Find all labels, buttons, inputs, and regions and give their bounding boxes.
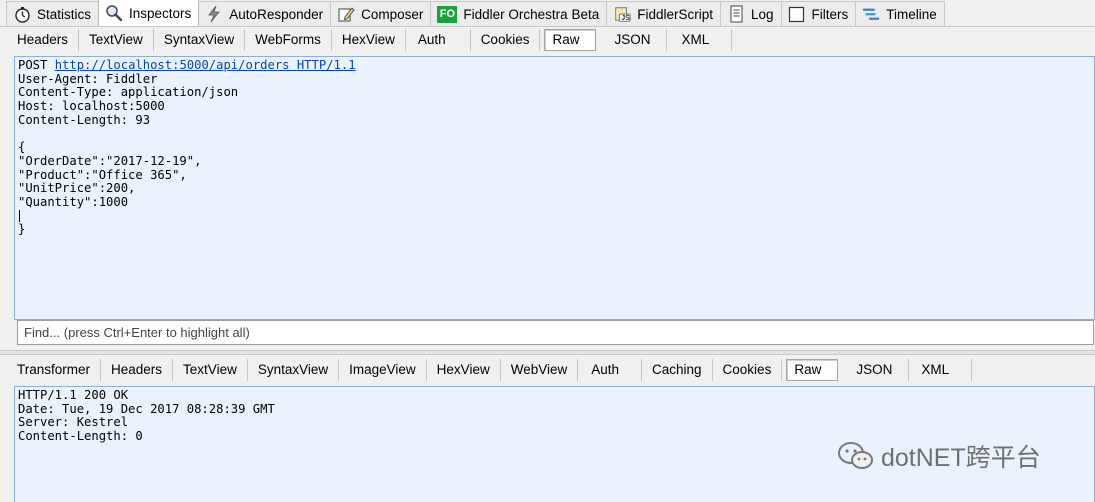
lightning-icon xyxy=(205,5,223,23)
stopwatch-icon xyxy=(13,5,31,23)
tab-label: Inspectors xyxy=(129,5,192,21)
tab-inspectors[interactable]: Inspectors xyxy=(98,0,200,26)
resp-tab-imageview[interactable]: ImageView xyxy=(339,358,427,381)
tab-composer[interactable]: Composer xyxy=(330,1,432,26)
resp-tab-caching[interactable]: Caching xyxy=(642,358,713,381)
request-line: "OrderDate":"2017-12-19", xyxy=(18,153,202,168)
response-raw-text: HTTP/1.1 200 OK Date: Tue, 19 Dec 2017 0… xyxy=(15,387,1094,446)
request-line: "UnitPrice":200, xyxy=(18,181,136,196)
tab-timeline[interactable]: Timeline xyxy=(855,1,945,26)
request-line: "Quantity":1000 xyxy=(18,195,129,210)
magnifier-icon xyxy=(105,4,123,22)
tab-label: Filters xyxy=(811,6,849,22)
request-line: "Product":"Office 365", xyxy=(18,167,187,182)
text-caret xyxy=(19,209,20,222)
pencil-icon xyxy=(337,5,355,23)
find-input[interactable]: Find... (press Ctrl+Enter to highlight a… xyxy=(17,320,1094,345)
resp-tab-transformer[interactable]: Transformer xyxy=(7,358,102,381)
tab-filters[interactable]: Filters xyxy=(780,1,857,26)
fo-icon: FO xyxy=(437,5,458,23)
resp-tab-raw[interactable]: Raw xyxy=(786,358,839,381)
tab-label: Statistics xyxy=(37,6,92,22)
response-line: Server: Kestrel xyxy=(18,415,129,430)
request-line: Host: localhost:5000 xyxy=(18,99,165,114)
tab-fiddler-orchestra[interactable]: FO Fiddler Orchestra Beta xyxy=(430,1,608,26)
wechat-icon xyxy=(837,440,875,472)
response-line: HTTP/1.1 200 OK xyxy=(18,388,129,402)
req-tab-syntaxview[interactable]: SyntaxView xyxy=(154,28,246,51)
req-tab-xml[interactable]: XML xyxy=(667,28,733,51)
resp-tab-json[interactable]: JSON xyxy=(844,358,910,381)
pane-splitter[interactable] xyxy=(0,350,1095,355)
tab-autoresponder[interactable]: AutoResponder xyxy=(198,1,332,26)
tab-label: FiddlerScript xyxy=(637,6,713,22)
req-tab-cookies[interactable]: Cookies xyxy=(471,28,541,51)
tab-label: Composer xyxy=(361,6,424,22)
req-tab-raw[interactable]: Raw xyxy=(544,28,597,51)
resp-tab-headers[interactable]: Headers xyxy=(101,358,174,381)
tab-label: AutoResponder xyxy=(229,6,324,22)
req-tab-webforms[interactable]: WebForms xyxy=(245,28,332,51)
request-inspector-tabs: Headers TextView SyntaxView WebForms Hex… xyxy=(0,27,1095,52)
request-line: } xyxy=(18,222,26,237)
request-raw-text: POST http://localhost:5000/api/orders HT… xyxy=(15,57,1094,239)
request-line: Content-Type: application/json xyxy=(18,85,239,100)
watermark-text: dotNET跨平台 xyxy=(881,444,1041,472)
find-placeholder: Find... (press Ctrl+Enter to highlight a… xyxy=(24,325,250,340)
resp-tab-textview[interactable]: TextView xyxy=(173,358,248,381)
timeline-icon xyxy=(862,5,880,23)
tab-statistics[interactable]: Statistics xyxy=(6,1,100,26)
resp-tab-cookies[interactable]: Cookies xyxy=(713,358,783,381)
request-line: { xyxy=(18,140,26,155)
document-icon xyxy=(727,5,745,23)
request-method: POST xyxy=(18,58,48,72)
resp-tab-hexview[interactable]: HexView xyxy=(427,358,501,381)
tab-label: Timeline xyxy=(886,6,937,22)
resp-tab-webview[interactable]: WebView xyxy=(501,358,579,381)
resp-tab-syntaxview[interactable]: SyntaxView xyxy=(248,358,340,381)
request-line: User-Agent: Fiddler xyxy=(18,71,158,86)
tab-log[interactable]: Log xyxy=(720,1,782,26)
resp-tab-xml[interactable]: XML xyxy=(909,358,973,381)
resp-tab-auth[interactable]: Auth xyxy=(578,358,643,381)
response-line: Content-Length: 0 xyxy=(18,429,143,444)
req-tab-headers[interactable]: Headers xyxy=(7,28,80,51)
req-tab-hexview[interactable]: HexView xyxy=(332,28,406,51)
req-tab-auth[interactable]: Auth xyxy=(406,28,471,51)
request-url-link[interactable]: http://localhost:5000/api/orders HTTP/1.… xyxy=(55,58,356,72)
req-tab-json[interactable]: JSON xyxy=(602,28,668,51)
checkbox-icon xyxy=(788,5,806,23)
response-inspector-tabs: Transformer Headers TextView SyntaxView … xyxy=(0,357,1095,382)
tab-fiddlerscript[interactable]: JS FiddlerScript xyxy=(606,1,721,26)
tab-label: Log xyxy=(751,6,774,22)
request-raw-textarea[interactable]: POST http://localhost:5000/api/orders HT… xyxy=(14,56,1095,320)
script-icon: JS xyxy=(613,5,631,23)
top-tab-strip: Statistics Inspectors AutoResponder Comp… xyxy=(0,0,1095,27)
watermark: dotNET跨平台 xyxy=(837,438,1041,474)
request-line: Content-Length: 93 xyxy=(18,112,151,127)
response-line: Date: Tue, 19 Dec 2017 08:28:39 GMT xyxy=(18,401,275,416)
tab-label: Fiddler Orchestra Beta xyxy=(463,6,600,22)
req-tab-textview[interactable]: TextView xyxy=(79,28,154,51)
